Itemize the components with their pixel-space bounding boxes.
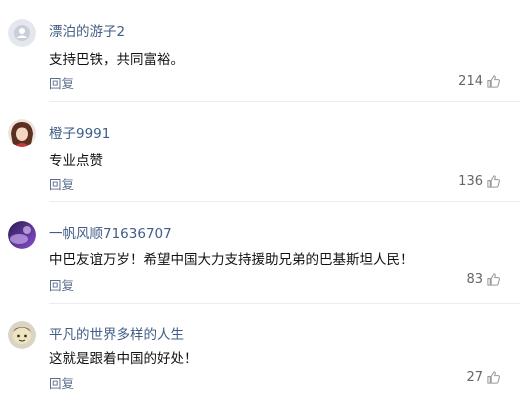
like-button[interactable]: 136: [458, 172, 501, 190]
comment-username[interactable]: 漂泊的游子2: [49, 20, 125, 40]
like-count: 83: [466, 271, 483, 287]
comment-item: 一帆风顺71636707 中巴友谊万岁！希望中国大力支持援助兄弟的巴基斯坦人民！…: [0, 201, 520, 301]
comment-username[interactable]: 一帆风顺71636707: [49, 222, 172, 242]
comment-username[interactable]: 平凡的世界多样的人生: [49, 323, 184, 343]
girl-avatar-icon[interactable]: [8, 119, 36, 147]
like-button[interactable]: 27: [466, 368, 501, 386]
comment-item: 漂泊的游子2 支持巴铁，共同富裕。 回复 214: [0, 0, 520, 100]
comment-item: 橙子9991 专业点赞 回复 136: [0, 101, 520, 201]
comment-text: 这就是跟着中国的好处！: [49, 351, 198, 367]
comment-text: 支持巴铁，共同富裕。: [49, 52, 184, 68]
thumbs-up-icon: [486, 370, 501, 385]
comment-username[interactable]: 橙子9991: [49, 122, 110, 142]
purple-photo-avatar-icon[interactable]: [8, 221, 36, 249]
comment-text: 中巴友谊万岁！希望中国大力支持援助兄弟的巴基斯坦人民！: [49, 252, 414, 268]
reply-button[interactable]: 回复: [49, 373, 74, 392]
cartoon-avatar-icon[interactable]: [8, 321, 36, 349]
thumbs-up-icon: [486, 74, 501, 89]
like-count: 136: [458, 173, 483, 189]
reply-button[interactable]: 回复: [49, 275, 74, 294]
thumbs-up-icon: [486, 272, 501, 287]
reply-button[interactable]: 回复: [49, 73, 74, 92]
reply-button[interactable]: 回复: [49, 174, 74, 193]
default-user-avatar-icon[interactable]: [8, 19, 36, 47]
like-count: 214: [458, 73, 483, 89]
like-button[interactable]: 83: [466, 270, 501, 288]
like-button[interactable]: 214: [458, 72, 501, 90]
comment-item: 平凡的世界多样的人生 这就是跟着中国的好处！ 回复 27: [0, 303, 520, 403]
thumbs-up-icon: [486, 174, 501, 189]
comment-text: 专业点赞: [49, 153, 103, 169]
like-count: 27: [466, 369, 483, 385]
